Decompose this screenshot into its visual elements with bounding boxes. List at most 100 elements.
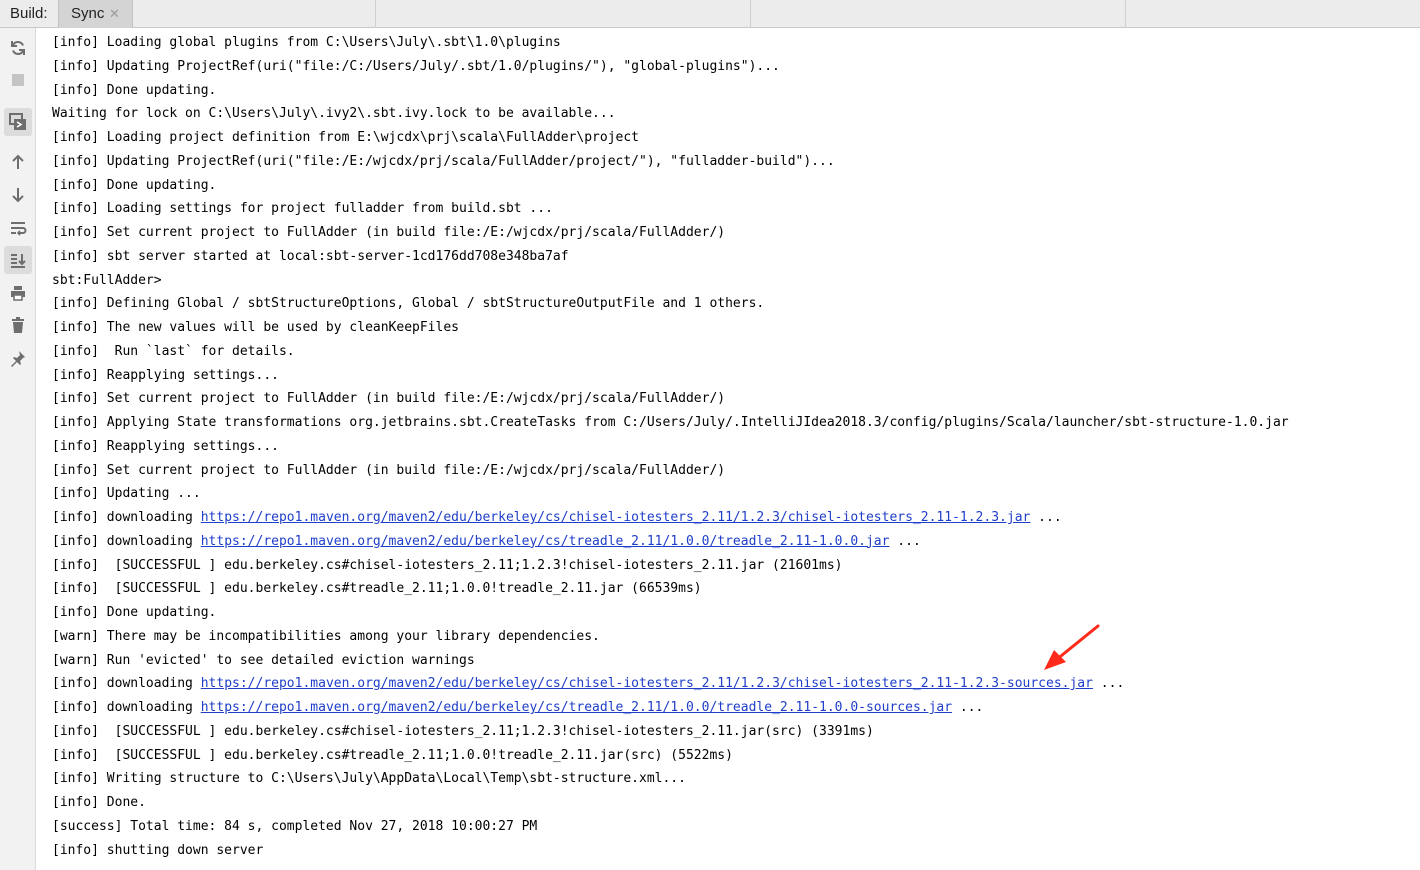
- console-line-text: [info] Updating ProjectRef(uri("file:/E:…: [52, 153, 835, 169]
- console-line: [info] Run `last` for details.: [52, 340, 1412, 364]
- console-line-text: [info] Run `last` for details.: [52, 343, 295, 359]
- console-line: [info] [SUCCESSFUL ] edu.berkeley.cs#chi…: [52, 554, 1412, 578]
- console-line-suffix: ...: [889, 533, 921, 549]
- tab-divider: [375, 0, 376, 28]
- console-line-text: [info] Loading project definition from E…: [52, 130, 639, 145]
- console-line-text: [info] Writing structure to C:\Users\Jul…: [52, 771, 686, 787]
- download-link[interactable]: https://repo1.maven.org/maven2/edu/berke…: [201, 510, 1031, 525]
- console-line-text: [info] shutting down server: [52, 842, 264, 858]
- console-line: [info] Reapplying settings...: [52, 364, 1412, 388]
- pin-button[interactable]: [4, 344, 32, 372]
- toggle-view-icon: [9, 113, 26, 130]
- stop-button[interactable]: [4, 66, 32, 94]
- console-line-text: [info] [SUCCESSFUL ] edu.berkeley.cs#chi…: [52, 557, 843, 573]
- console-line: [info] Loading project definition from E…: [52, 126, 1412, 150]
- console-line: [info] Done updating.: [52, 79, 1412, 103]
- console-line: [info] Loading settings for project full…: [52, 197, 1412, 221]
- console-line-text: [info] Done updating.: [52, 605, 217, 620]
- soft-wrap-icon: [11, 222, 27, 236]
- console-line-text: [info] Set current project to FullAdder …: [52, 462, 726, 478]
- console-line-text: [info] Done.: [52, 795, 146, 810]
- console-line-text: Waiting for lock on C:\Users\July\.ivy2\…: [52, 106, 616, 122]
- download-link[interactable]: https://repo1.maven.org/maven2/edu/berke…: [201, 534, 890, 549]
- console-line-text: [success] Total time: 84 s, completed No…: [52, 818, 538, 834]
- console-output[interactable]: [info] Loading global plugins from C:\Us…: [52, 31, 1412, 862]
- console-line: [info] Writing structure to C:\Users\Jul…: [52, 767, 1412, 791]
- console-line-text: [info] Reapplying settings...: [52, 438, 279, 454]
- tab-divider: [750, 0, 751, 28]
- console-line: [info] Reapplying settings...: [52, 435, 1412, 459]
- console-line: [info] Applying State transformations or…: [52, 411, 1412, 435]
- console-line-text: [info] Updating ProjectRef(uri("file:/C:…: [52, 58, 780, 74]
- console-line: [info] downloading https://repo1.maven.o…: [52, 696, 1412, 720]
- console-line-text: [info] Defining Global / sbtStructureOpt…: [52, 296, 765, 312]
- console-line: [info] [SUCCESSFUL ] edu.berkeley.cs#tre…: [52, 744, 1412, 768]
- previous-button[interactable]: [4, 148, 32, 176]
- console-line-text: [info] Loading settings for project full…: [52, 201, 553, 217]
- console-line-text: [info] Loading global plugins from C:\Us…: [52, 35, 561, 50]
- console-line-text: [info] downloading: [52, 510, 201, 525]
- soft-wrap-button[interactable]: [4, 214, 32, 242]
- console-line: [info] downloading https://repo1.maven.o…: [52, 530, 1412, 554]
- pin-icon: [11, 351, 25, 367]
- console-line-text: [info] Updating ...: [52, 486, 201, 502]
- print-icon: [11, 286, 25, 301]
- console-line-suffix: ...: [1092, 676, 1125, 692]
- refresh-icon: [11, 41, 25, 55]
- console-line: Waiting for lock on C:\Users\July\.ivy2\…: [52, 102, 1412, 126]
- toggle-view-button[interactable]: [4, 108, 32, 136]
- scroll-to-end-icon: [11, 254, 26, 268]
- console-line: [info] Updating ProjectRef(uri("file:/E:…: [52, 150, 1412, 174]
- console-line-text: [info] Applying State transformations or…: [52, 415, 1289, 430]
- trash-icon: [12, 317, 24, 333]
- console-line: [warn] There may be incompatibilities am…: [52, 625, 1412, 649]
- console-line: [info] [SUCCESSFUL ] edu.berkeley.cs#tre…: [52, 577, 1412, 601]
- build-label: Build:: [10, 5, 48, 22]
- console-line-text: [info] downloading: [52, 676, 201, 692]
- console-line-text: [info] Done updating.: [52, 177, 217, 193]
- console-line: [info] The new values will be used by cl…: [52, 316, 1412, 340]
- console-line-text: [info] Done updating.: [52, 82, 217, 98]
- print-button[interactable]: [4, 279, 32, 307]
- build-tool-window-header: Build: Sync ✕: [0, 0, 1420, 28]
- console-line: [info] Updating ProjectRef(uri("file:/C:…: [52, 55, 1412, 79]
- console-line-text: [info] Set current project to FullAdder …: [52, 225, 726, 240]
- annotation-arrow-icon: [1044, 624, 1100, 670]
- console-line-text: [info] Set current project to FullAdder …: [52, 391, 726, 407]
- console-line: [warn] Run 'evicted' to see detailed evi…: [52, 649, 1412, 673]
- arrow-down-icon: [12, 188, 24, 203]
- rerun-button[interactable]: [4, 34, 32, 62]
- console-line: [info] Done updating.: [52, 174, 1412, 198]
- console-line-text: [info] downloading: [52, 533, 201, 549]
- console-line: [info] Defining Global / sbtStructureOpt…: [52, 292, 1412, 316]
- stop-icon: [12, 74, 24, 86]
- clear-all-button[interactable]: [4, 311, 32, 339]
- console-line-suffix: ...: [1030, 510, 1062, 525]
- console-line-text: [info] sbt server started at local:sbt-s…: [52, 248, 569, 264]
- console-line-text: [info] [SUCCESSFUL ] edu.berkeley.cs#chi…: [52, 723, 874, 739]
- console-line-suffix: ...: [952, 700, 984, 715]
- arrow-up-icon: [12, 154, 24, 169]
- console-line: [info] Loading global plugins from C:\Us…: [52, 31, 1412, 55]
- console-toolbar: [0, 28, 36, 870]
- console-line-text: [info] The new values will be used by cl…: [52, 320, 459, 335]
- console-line-text: [warn] There may be incompatibilities am…: [52, 628, 600, 644]
- next-button[interactable]: [4, 181, 32, 209]
- scroll-to-end-button[interactable]: [4, 246, 32, 274]
- console-line: sbt:FullAdder>: [52, 269, 1412, 293]
- console-line: [info] Set current project to FullAdder …: [52, 221, 1412, 245]
- console-line: [success] Total time: 84 s, completed No…: [52, 815, 1412, 839]
- console-line: [info] downloading https://repo1.maven.o…: [52, 506, 1412, 530]
- console-line: [info] [SUCCESSFUL ] edu.berkeley.cs#chi…: [52, 720, 1412, 744]
- close-icon[interactable]: ✕: [109, 0, 120, 28]
- console-line: [info] Done.: [52, 791, 1412, 815]
- console-line-text: sbt:FullAdder>: [52, 272, 162, 288]
- console-line: [info] downloading https://repo1.maven.o…: [52, 672, 1412, 696]
- console-line-text: [info] [SUCCESSFUL ] edu.berkeley.cs#tre…: [52, 581, 702, 597]
- console-line: [info] sbt server started at local:sbt-s…: [52, 245, 1412, 269]
- console-line: [info] shutting down server: [52, 839, 1412, 863]
- console-line-text: [info] Reapplying settings...: [52, 367, 279, 383]
- download-link[interactable]: https://repo1.maven.org/maven2/edu/berke…: [201, 700, 952, 715]
- tab-sync[interactable]: Sync ✕: [58, 0, 133, 28]
- download-link[interactable]: https://repo1.maven.org/maven2/edu/berke…: [201, 676, 1093, 691]
